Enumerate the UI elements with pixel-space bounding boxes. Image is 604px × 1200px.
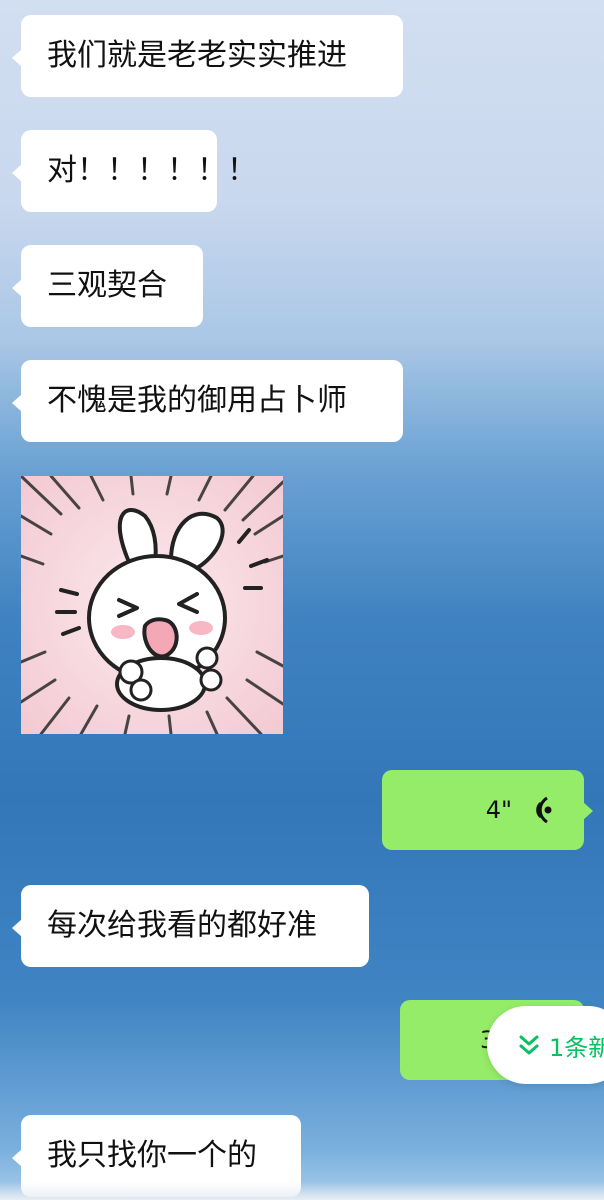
message-text: 我们就是老老实实推进 (47, 38, 347, 73)
shouting-bunny-sticker-icon (21, 476, 283, 734)
incoming-message-bubble[interactable]: 每次给我看的都好准 (12, 885, 369, 967)
new-message-pill[interactable]: 1条新 (487, 1006, 604, 1084)
sticker-message[interactable] (21, 476, 283, 734)
bottom-edge (0, 1182, 604, 1200)
incoming-message-bubble[interactable]: 我们就是老老实实推进 (12, 15, 403, 97)
message-text: 我只找你一个的 (47, 1138, 257, 1173)
incoming-message-bubble[interactable]: 三观契合 (12, 245, 203, 327)
double-chevron-down-icon (519, 1035, 539, 1055)
new-message-label: 1条新 (549, 1033, 604, 1062)
message-text: 对！！！！！！ (47, 153, 257, 188)
voice-duration: 4" (485, 796, 512, 824)
voice-waves-icon (536, 796, 552, 824)
outgoing-voice-message[interactable]: 4" (382, 770, 593, 850)
incoming-message-bubble[interactable]: 对！！！！！！ (12, 130, 257, 212)
message-text: 三观契合 (47, 268, 167, 303)
message-text: 不愧是我的御用占卜师 (47, 383, 347, 418)
incoming-message-bubble[interactable]: 不愧是我的御用占卜师 (12, 360, 403, 442)
message-text: 每次给我看的都好准 (47, 908, 317, 943)
